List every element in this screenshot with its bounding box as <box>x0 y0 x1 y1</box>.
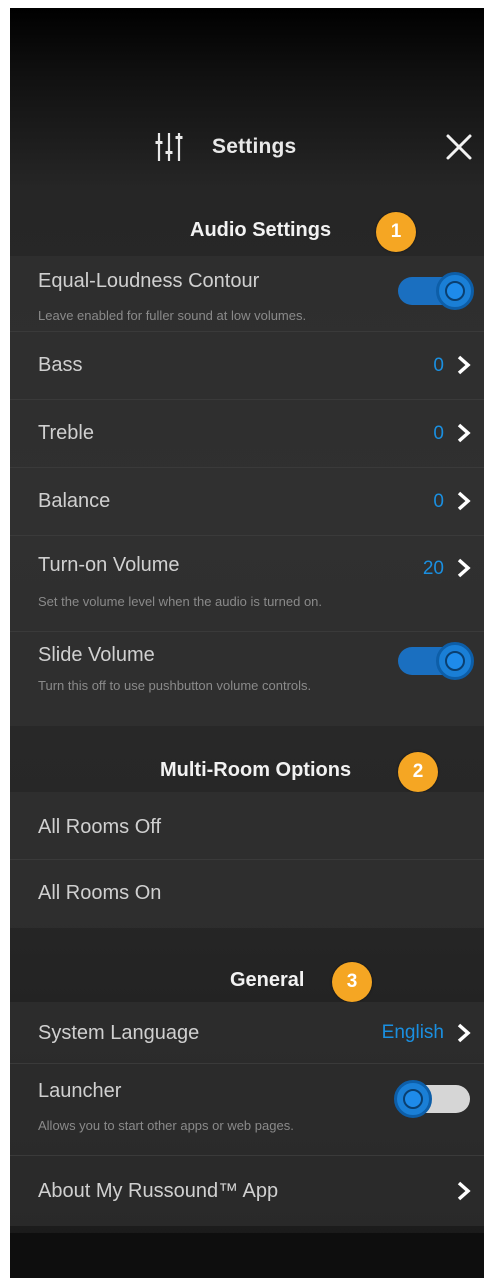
toggle-knob <box>394 1080 432 1118</box>
section-header-general: General 3 <box>10 956 484 1008</box>
row-sub-equal-loudness: Leave enabled for fuller sound at low vo… <box>38 308 307 323</box>
settings-panel: Settings Audio Settings 1 Equal-Loudness… <box>10 8 484 1278</box>
chevron-right-icon <box>457 355 471 375</box>
general-group: System Language English Launcher Allows … <box>10 1002 484 1226</box>
sliders-icon <box>155 133 183 161</box>
chevron-right-icon <box>457 1023 471 1043</box>
section-header-multiroom: Multi-Room Options 2 <box>10 746 484 798</box>
row-value-system-language: English <box>381 1022 444 1043</box>
equal-loudness-toggle[interactable] <box>394 272 474 310</box>
toggle-knob <box>436 642 474 680</box>
row-value-balance: 0 <box>433 491 444 512</box>
row-treble[interactable]: Treble 0 <box>10 400 484 468</box>
row-label-equal-loudness: Equal-Loudness Contour <box>38 270 260 292</box>
row-sub-slide-volume: Turn this off to use pushbutton volume c… <box>38 678 312 693</box>
row-all-rooms-on[interactable]: All Rooms On <box>10 860 484 928</box>
row-label-about: About My Russound™ App <box>38 1180 279 1202</box>
row-turn-on-volume[interactable]: Turn-on Volume 20 Set the volume level w… <box>10 536 484 632</box>
chevron-right-icon <box>457 558 471 578</box>
row-about[interactable]: About My Russound™ App <box>10 1156 484 1226</box>
row-label-system-language: System Language <box>38 1022 200 1044</box>
row-balance[interactable]: Balance 0 <box>10 468 484 536</box>
multiroom-group: All Rooms Off All Rooms On <box>10 792 484 928</box>
audio-settings-group: Equal-Loudness Contour Leave enabled for… <box>10 256 484 726</box>
row-label-treble: Treble <box>38 422 94 444</box>
row-all-rooms-off[interactable]: All Rooms Off <box>10 792 484 860</box>
chevron-right-icon <box>457 423 471 443</box>
row-slide-volume: Slide Volume Turn this off to use pushbu… <box>10 632 484 726</box>
close-icon[interactable] <box>442 130 476 164</box>
row-label-turn-on-volume: Turn-on Volume <box>38 554 180 576</box>
row-label-all-rooms-off: All Rooms Off <box>38 816 161 838</box>
launcher-toggle[interactable] <box>394 1080 474 1118</box>
settings-header: Settings <box>10 120 484 180</box>
chevron-right-icon <box>457 1181 471 1201</box>
badge-2: 2 <box>398 752 438 792</box>
row-label-slide-volume: Slide Volume <box>38 644 155 666</box>
row-launcher: Launcher Allows you to start other apps … <box>10 1064 484 1156</box>
header-title-group: Settings <box>152 130 296 164</box>
section-title-general: General <box>230 969 305 991</box>
section-header-audio: Audio Settings 1 <box>10 206 484 258</box>
chevron-right-icon <box>457 491 471 511</box>
slide-volume-toggle[interactable] <box>394 642 474 680</box>
bottom-bar <box>10 1233 484 1278</box>
row-label-all-rooms-on: All Rooms On <box>38 882 162 904</box>
row-value-treble: 0 <box>433 423 444 444</box>
page-title: Settings <box>212 135 297 158</box>
row-label-balance: Balance <box>38 490 111 512</box>
row-value-turn-on-volume: 20 <box>422 558 444 579</box>
toggle-knob <box>436 272 474 310</box>
badge-3: 3 <box>332 962 372 1002</box>
section-title-multiroom: Multi-Room Options <box>160 759 352 781</box>
row-equal-loudness: Equal-Loudness Contour Leave enabled for… <box>10 256 484 332</box>
row-sub-turn-on-volume: Set the volume level when the audio is t… <box>38 594 323 609</box>
row-value-bass: 0 <box>433 355 444 376</box>
row-label-launcher: Launcher <box>38 1080 122 1102</box>
row-bass[interactable]: Bass 0 <box>10 332 484 400</box>
row-sub-launcher: Allows you to start other apps or web pa… <box>38 1118 294 1133</box>
row-label-bass: Bass <box>38 354 83 376</box>
row-system-language[interactable]: System Language English <box>10 1002 484 1064</box>
badge-1: 1 <box>376 212 416 252</box>
section-title-audio: Audio Settings <box>190 219 332 241</box>
